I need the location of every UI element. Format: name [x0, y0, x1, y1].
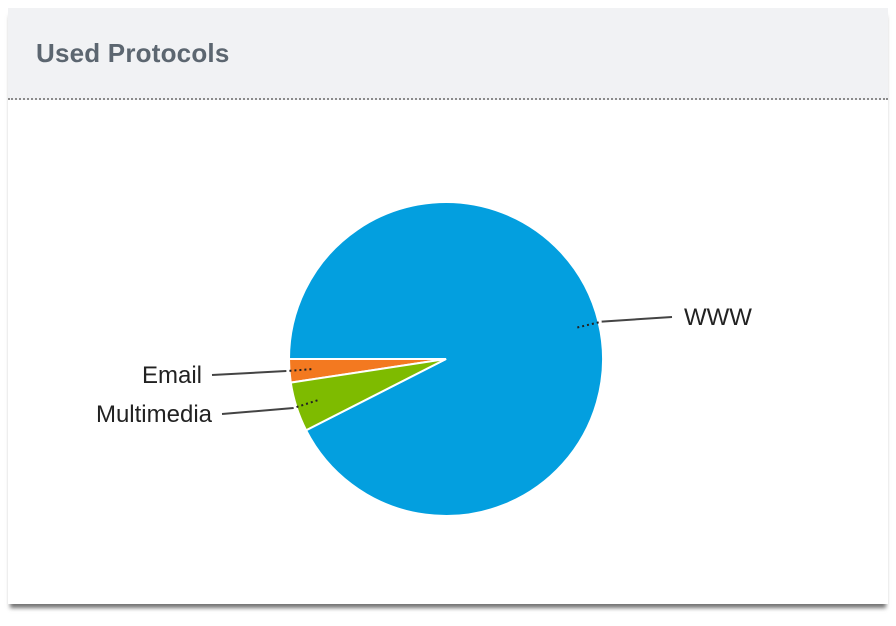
leader-line-www — [601, 316, 673, 323]
pie-chart-svg: WWW Email Multimedia — [96, 201, 752, 517]
slice-label-email: Email — [142, 362, 202, 389]
slice-label-multimedia: Multimedia — [96, 401, 213, 428]
slice-label-www: WWW — [684, 304, 752, 331]
leader-line-multimedia — [221, 407, 294, 415]
leader-line-email — [211, 370, 287, 376]
pie-chart: WWW Email Multimedia — [0, 0, 896, 626]
